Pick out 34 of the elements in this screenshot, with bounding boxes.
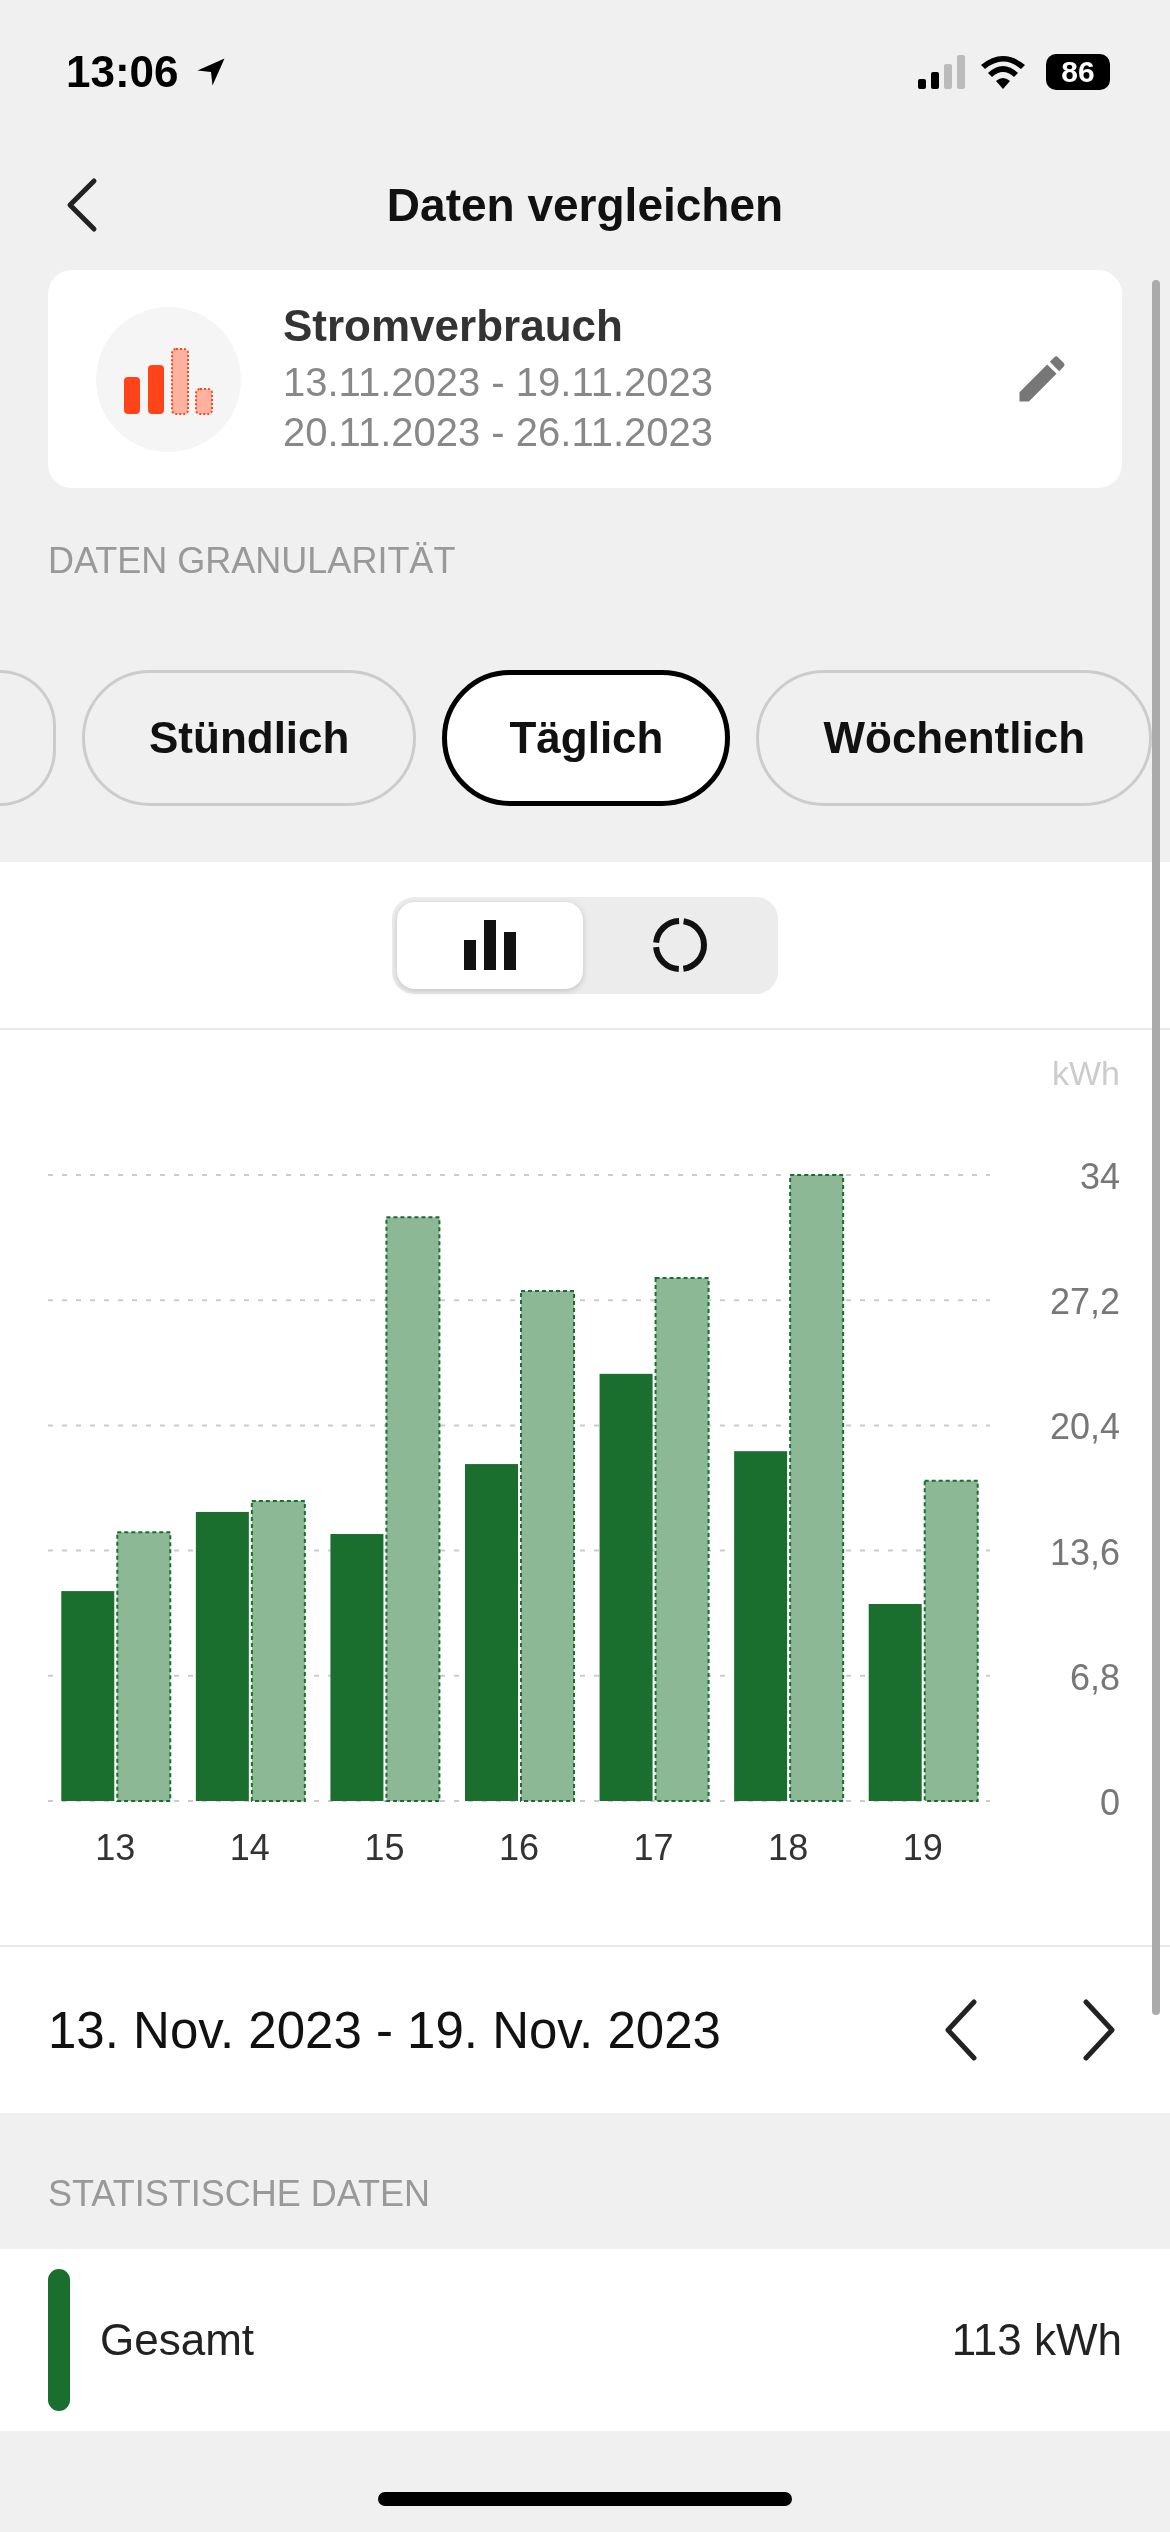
y-axis-label: 6,8 — [1069, 1656, 1120, 1698]
comparison-title: Stromverbrauch — [283, 301, 624, 351]
x-axis-label: 15 — [364, 1827, 405, 1868]
period-text: 13.11.2023 - 19.11.2023 — [283, 359, 714, 406]
date-range: 13. Nov. 2023 - 19. Nov. 2023 — [48, 2000, 722, 2060]
y-axis-label: 34 — [1079, 1156, 1120, 1197]
section-label: STATISTISCHE DATEN — [47, 2172, 432, 2216]
x-axis-label: 16 — [499, 1827, 539, 1868]
x-axis-label: 14 — [229, 1827, 270, 1868]
wifi-icon — [980, 55, 1026, 89]
y-axis-label: 13,6 — [1049, 1531, 1120, 1573]
x-axis-label: 18 — [768, 1827, 809, 1868]
donut-chart-icon — [651, 916, 709, 974]
filter-chip[interactable]: Täglich — [442, 670, 731, 806]
period-text: 20.11.2023 - 26.11.2023 — [283, 409, 714, 456]
screen-title: Daten vergleichen — [386, 178, 784, 232]
section-label: DATEN GRANULARITÄT — [47, 539, 457, 583]
y-axis-label: 27,2 — [1049, 1281, 1120, 1323]
bar-chart-icon — [96, 306, 241, 452]
status-time: 13:06 — [66, 47, 179, 97]
bar-chart-icon — [462, 920, 518, 970]
x-axis-label: 17 — [633, 1827, 674, 1868]
y-axis-label: 20,4 — [1049, 1406, 1120, 1448]
filter-chip[interactable]: Wöchentlich — [756, 670, 1153, 806]
signal-icon — [918, 55, 966, 89]
x-axis-label: 19 — [902, 1827, 943, 1868]
filter-chip[interactable]: Stündlich — [82, 670, 417, 806]
comparison-card[interactable]: Stromverbrauch 13.11.2023 - 19.11.2023 20.11.2023 - 26.11.2023 — [48, 270, 1122, 488]
stat-label: Gesamt — [100, 2315, 256, 2365]
x-axis-label: 13 — [95, 1827, 136, 1868]
y-axis-label: 0 — [1099, 1782, 1120, 1823]
view-toggle-option[interactable] — [397, 901, 583, 989]
battery-level: 86 — [1061, 55, 1095, 89]
stat-value: 113 kWh — [951, 2315, 1122, 2365]
